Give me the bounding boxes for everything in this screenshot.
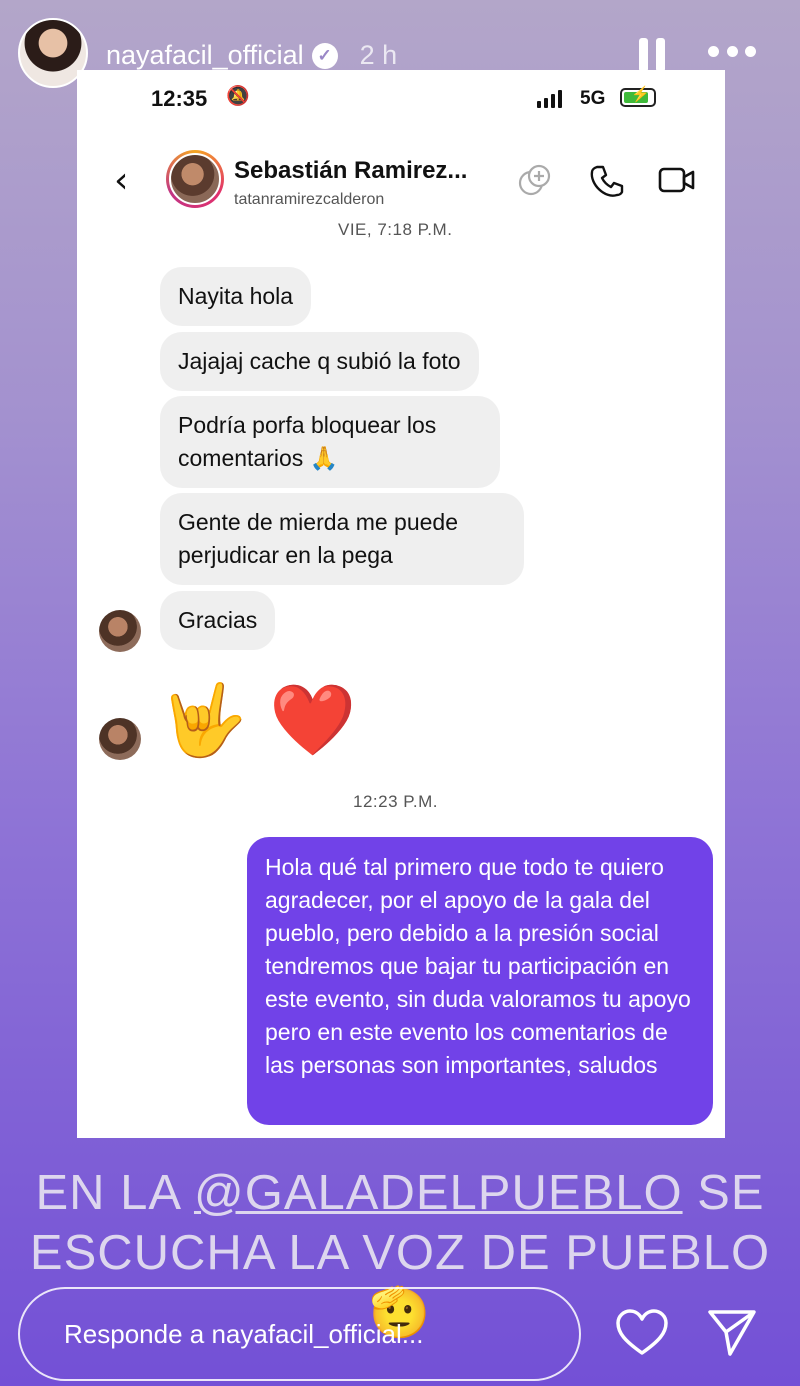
story-user-row: nayafacil_official ✓ 2 h [106, 40, 397, 71]
status-time: 12:35 [151, 86, 208, 111]
effects-icon[interactable] [517, 162, 553, 198]
story-time: 2 h [359, 40, 398, 70]
outgoing-message[interactable]: Hola qué tal primero que todo te quiero … [247, 837, 713, 1125]
mention-link[interactable]: @GALADELPUEBLO [194, 1166, 683, 1220]
status-bar: 12:35 🔕 5G ⚡ [77, 70, 725, 125]
caption-line-1: EN LA @GALADELPUEBLO SE [0, 1163, 800, 1223]
dm-header: ‹ Sebastián Ramirez... tatanramirezcalde… [77, 145, 725, 215]
mute-icon: 🔕 [226, 86, 250, 107]
caption-suffix: SE [682, 1166, 765, 1220]
sender-avatar[interactable] [99, 718, 141, 760]
timestamp: VIE, 7:18 P.M. [338, 220, 453, 239]
story-username[interactable]: nayafacil_official [106, 40, 304, 71]
battery-icon: ⚡ [620, 86, 656, 107]
timestamp: 12:23 P.M. [353, 792, 439, 811]
contact-handle: tatanramirezcalderon [234, 191, 385, 208]
contact-name[interactable]: Sebastián Ramirez... [234, 157, 467, 185]
dm-screenshot: 12:35 🔕 5G ⚡ ‹ Sebastián Ramirez... tata… [77, 70, 725, 1138]
incoming-message[interactable]: Jajajaj cache q subió la foto [160, 332, 479, 391]
incoming-message[interactable]: Gente de mierda me puede perjudicar en l… [160, 493, 524, 585]
phone-icon[interactable] [589, 162, 625, 198]
pause-icon[interactable] [639, 38, 665, 72]
reply-input[interactable]: Responde a nayafacil_official... [18, 1287, 581, 1381]
bolt-icon: ⚡ [631, 86, 650, 103]
contact-avatar-photo [169, 153, 221, 205]
incoming-message[interactable]: Nayita hola [160, 267, 312, 326]
incoming-message[interactable]: Podría porfa bloquear los comentarios 🙏 [160, 396, 500, 488]
video-icon[interactable] [657, 162, 697, 198]
contact-avatar[interactable] [166, 150, 224, 208]
back-icon[interactable]: ‹ [114, 160, 144, 201]
emoji-message[interactable]: 🤟 ❤️ [160, 680, 357, 760]
verified-icon: ✓ [311, 42, 338, 69]
incoming-message[interactable]: Gracias [160, 591, 276, 650]
reply-placeholder: Responde a nayafacil_official... [64, 1318, 424, 1349]
sender-avatar[interactable] [99, 610, 141, 652]
network-label: 5G [580, 88, 606, 109]
caption-prefix: EN LA [35, 1166, 194, 1220]
signal-icon [537, 90, 562, 108]
send-icon[interactable] [706, 1306, 758, 1358]
more-icon[interactable] [708, 46, 756, 60]
heart-icon[interactable] [615, 1308, 669, 1358]
